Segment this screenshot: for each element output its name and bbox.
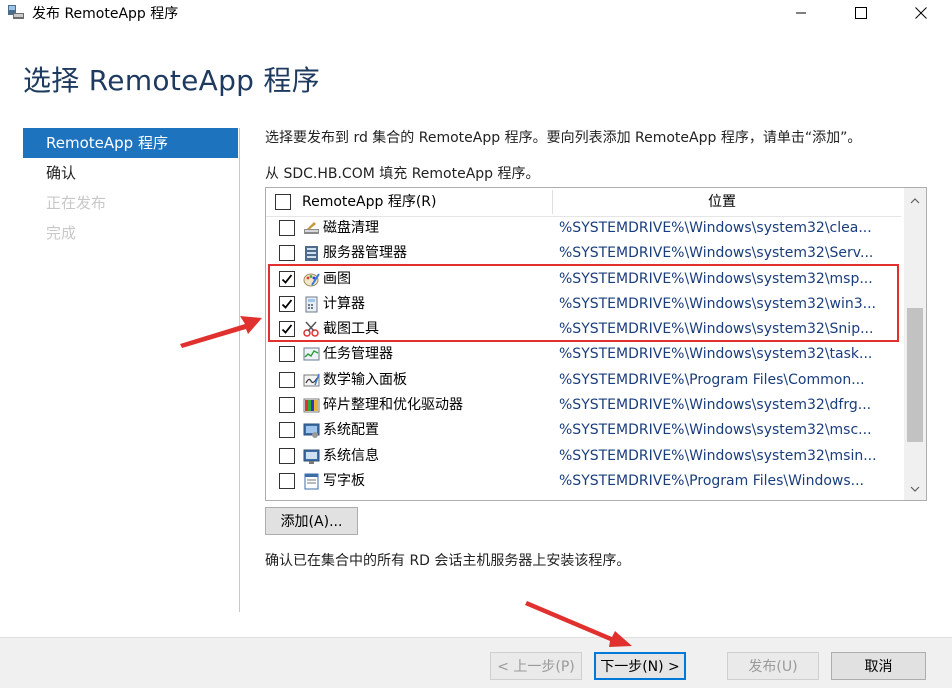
publish-button[interactable]: 发布(U) <box>727 652 819 680</box>
title-bar: 发布 RemoteApp 程序 <box>0 0 952 26</box>
remoteapp-list[interactable]: RemoteApp 程序(R) 位置 磁盘清理 %SYSTEMDRIVE%\Win… <box>265 187 927 501</box>
server-manager-icon <box>303 245 320 262</box>
arrow-to-selection <box>180 316 262 348</box>
program-location: %SYSTEMDRIVE%\Windows\system32\msc... <box>559 422 872 439</box>
list-item[interactable]: 任务管理器 %SYSTEMDRIVE%\Windows\system32\task… <box>266 342 901 367</box>
maximize-button[interactable] <box>838 0 884 26</box>
next-button[interactable]: 下一步(N) > <box>594 652 686 680</box>
list-item[interactable]: 系统配置 %SYSTEMDRIVE%\Windows\system32\msc..… <box>266 418 901 443</box>
minimize-button[interactable] <box>778 0 824 26</box>
program-name: 数学输入面板 <box>323 371 407 388</box>
close-button[interactable] <box>898 0 944 26</box>
scroll-thumb[interactable] <box>907 308 923 442</box>
row-checkbox[interactable] <box>279 447 295 464</box>
row-checkbox[interactable] <box>279 346 295 363</box>
row-checkbox[interactable] <box>279 422 295 439</box>
chevron-up-icon <box>910 198 920 204</box>
wizard-nav: RemoteApp 程序 确认 正在发布 完成 <box>23 128 238 248</box>
program-name: 任务管理器 <box>323 346 393 363</box>
scroll-down-button[interactable] <box>904 480 926 498</box>
cancel-button[interactable]: 取消 <box>831 652 926 680</box>
page-title: 选择 RemoteApp 程序 <box>23 64 321 97</box>
program-location: %SYSTEMDRIVE%\Windows\system32\task... <box>559 346 873 363</box>
list-item[interactable]: 磁盘清理 %SYSTEMDRIVE%\Windows\system32\clea.… <box>266 216 901 241</box>
window-title: 发布 RemoteApp 程序 <box>32 6 179 22</box>
column-header-location[interactable]: 位置 <box>708 188 736 216</box>
program-location: %SYSTEMDRIVE%\Windows\system32\msin... <box>559 447 877 464</box>
system-info-icon <box>303 448 320 465</box>
add-button[interactable]: 添加(A)... <box>265 507 358 535</box>
selection-highlight-box <box>268 264 899 342</box>
source-text: 从 SDC.HB.COM 填充 RemoteApp 程序。 <box>265 166 540 182</box>
program-location: %SYSTEMDRIVE%\Windows\system32\Serv... <box>559 245 874 262</box>
row-checkbox[interactable] <box>279 371 295 388</box>
row-checkbox[interactable] <box>279 472 295 489</box>
list-rows: 磁盘清理 %SYSTEMDRIVE%\Windows\system32\clea.… <box>266 216 901 494</box>
remoteapp-icon <box>7 4 25 20</box>
system-config-icon <box>303 422 320 439</box>
defrag-icon <box>303 397 320 414</box>
nav-item-publishing: 正在发布 <box>46 194 107 212</box>
nav-item-complete: 完成 <box>46 224 77 242</box>
math-input-icon <box>303 372 320 389</box>
close-icon <box>915 7 927 19</box>
disk-cleanup-icon <box>303 220 320 237</box>
list-item[interactable]: 服务器管理器 %SYSTEMDRIVE%\Windows\system32\Ser… <box>266 241 901 266</box>
chevron-down-icon <box>910 486 920 492</box>
program-name: 磁盘清理 <box>323 220 379 236</box>
program-name: 系统配置 <box>323 422 379 439</box>
program-name: 服务器管理器 <box>323 245 407 262</box>
previous-button[interactable]: < 上一步(P) <box>490 652 582 680</box>
list-header: RemoteApp 程序(R) 位置 <box>266 188 901 217</box>
row-checkbox[interactable] <box>279 220 295 236</box>
list-item[interactable]: 数学输入面板 %SYSTEMDRIVE%\Program Files\Common… <box>266 368 901 393</box>
program-name: 写字板 <box>323 472 365 489</box>
program-name: 碎片整理和优化驱动器 <box>323 397 463 414</box>
maximize-icon <box>855 7 867 19</box>
instruction-text: 选择要发布到 rd 集合的 RemoteApp 程序。要向列表添加 Remote… <box>265 130 862 146</box>
wordpad-icon <box>303 473 320 490</box>
column-header-program[interactable]: RemoteApp 程序(R) <box>302 188 436 216</box>
row-checkbox[interactable] <box>279 245 295 262</box>
list-item[interactable]: 系统信息 %SYSTEMDRIVE%\Windows\system32\msin.… <box>266 444 901 469</box>
program-location: %SYSTEMDRIVE%\Program Files\Common... <box>559 371 865 388</box>
nav-item-remoteapp[interactable]: RemoteApp 程序 <box>23 128 238 158</box>
select-all-checkbox[interactable] <box>275 194 291 210</box>
task-manager-icon <box>303 346 320 363</box>
nav-divider <box>239 128 240 612</box>
nav-item-confirm[interactable]: 确认 <box>23 158 238 188</box>
vertical-scrollbar[interactable] <box>904 188 926 500</box>
program-name: 系统信息 <box>323 447 379 464</box>
program-location: %SYSTEMDRIVE%\Windows\system32\dfrg... <box>559 397 872 414</box>
column-separator[interactable] <box>552 190 553 214</box>
scroll-up-button[interactable] <box>904 192 926 210</box>
program-location: %SYSTEMDRIVE%\Program Files\Windows... <box>559 472 864 489</box>
confirm-text: 确认已在集合中的所有 RD 会话主机服务器上安装该程序。 <box>265 553 631 569</box>
minimize-icon <box>796 12 806 14</box>
list-item[interactable]: 写字板 %SYSTEMDRIVE%\Program Files\Windows..… <box>266 469 901 494</box>
program-location: %SYSTEMDRIVE%\Windows\system32\clea... <box>559 220 872 236</box>
list-item[interactable]: 碎片整理和优化驱动器 %SYSTEMDRIVE%\Windows\system32… <box>266 393 901 418</box>
row-checkbox[interactable] <box>279 397 295 414</box>
